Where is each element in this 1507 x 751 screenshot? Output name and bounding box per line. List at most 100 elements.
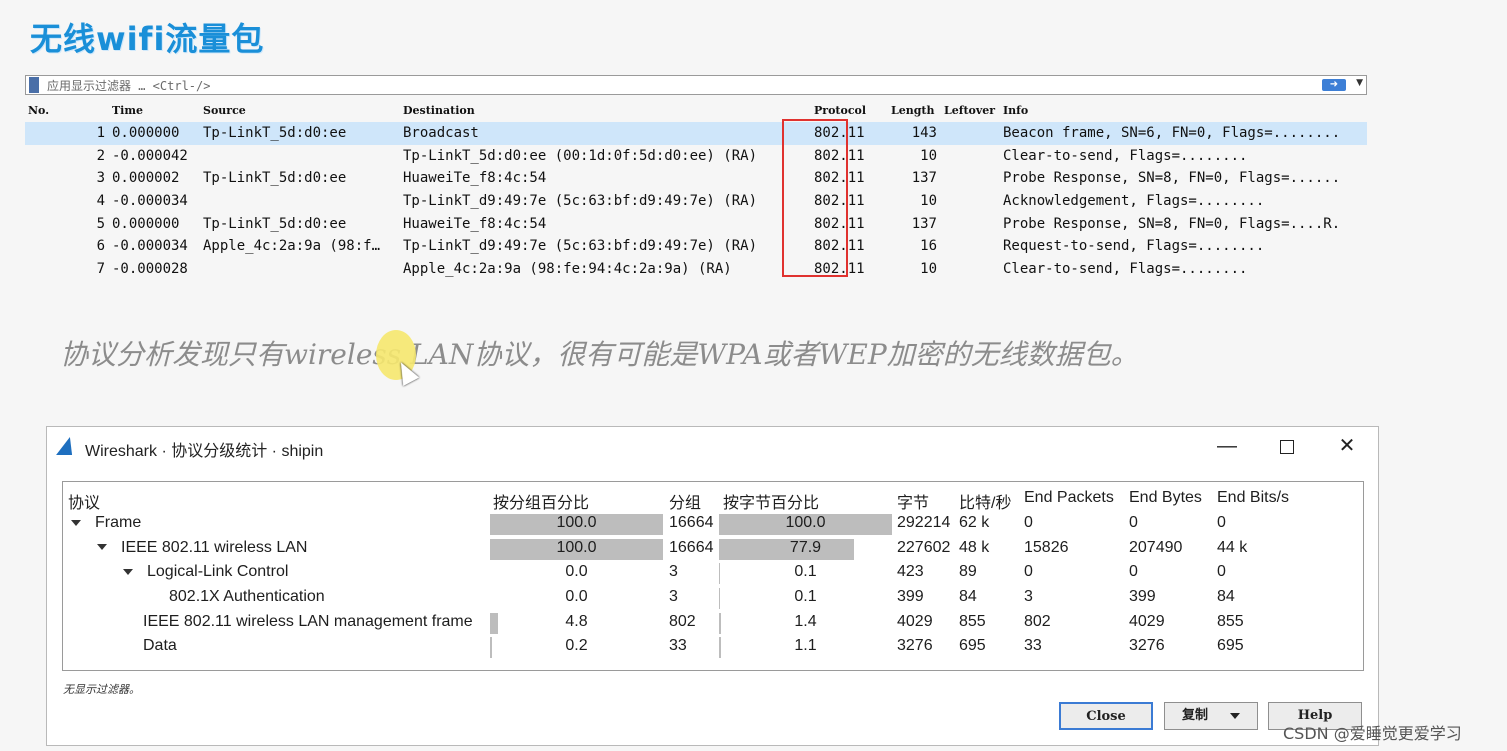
cell-info: Beacon frame, SN=6, FN=0, Flags=........ (1003, 125, 1341, 141)
cell-byte-pct: 1.1 (794, 637, 817, 655)
protocol-name: IEEE 802.11 wireless LAN management fram… (143, 612, 473, 630)
protocol-hierarchy-dialog: Wireshark · 协议分级统计 · shipin — ✕ 协议 按分组百分… (46, 426, 1379, 746)
col-header-protocol[interactable]: Protocol (814, 104, 866, 117)
cell-no: 4 (96, 193, 105, 210)
cell-packets: 16664 (669, 514, 714, 531)
cell-info: Probe Response, SN=8, FN=0, Flags=...... (1003, 170, 1341, 187)
cell-end-packets: 0 (1024, 563, 1033, 581)
col-header-end-packets[interactable]: End Packets (1024, 489, 1114, 507)
col-header-no[interactable]: No. (28, 104, 49, 117)
packet-list-header: No. Time Source Destination Protocol Len… (25, 100, 1367, 122)
cell-source: Apple_4c:2a:9a (98:f… (203, 238, 381, 255)
cell-end-packets: 0 (1024, 514, 1033, 531)
slide-caption: 协议分析发现只有wireless LAN协议，很有可能是WPA或者WEP加密的无… (60, 338, 1139, 371)
col-header-destination[interactable]: Destination (403, 104, 475, 117)
col-header-leftover[interactable]: Leftover (944, 104, 995, 117)
cell-end-packets: 802 (1024, 612, 1051, 630)
cell-no: 2 (96, 147, 105, 164)
close-button[interactable]: Close (1059, 702, 1153, 730)
cell-protocol: Data (143, 637, 177, 655)
cell-no: 6 (96, 238, 105, 255)
tree-row[interactable]: Logical-Link Control 0.0 3 0.1 423 89 0 0 0 (63, 561, 1363, 586)
col-header-source[interactable]: Source (203, 104, 246, 117)
packet-row[interactable]: 1 0.000000 Tp-LinkT_5d:d0:ee Broadcast 802.1… (25, 122, 1367, 145)
cell-bytes: 227602 (897, 538, 951, 556)
chevron-down-icon[interactable] (123, 569, 133, 576)
cell-pkt-pct: 0.0 (565, 588, 588, 606)
cell-destination: Tp-LinkT_d9:49:7e (5c:63:bf:d9:49:7e) (R… (403, 238, 758, 255)
col-header-packet-percent[interactable]: 按分组百分比 (493, 489, 589, 513)
cell-bytes: 292214 (897, 514, 951, 531)
chevron-down-icon[interactable] (1230, 712, 1240, 719)
filter-input-placeholder[interactable]: 应用显示过滤器 … <Ctrl-/> (47, 77, 210, 94)
cell-bytes: 423 (897, 563, 924, 581)
cell-byte-pct: 0.1 (794, 588, 817, 606)
minimize-button[interactable]: — (1207, 433, 1247, 459)
bookmark-icon[interactable] (29, 77, 39, 93)
col-header-length[interactable]: Length (891, 104, 935, 117)
cell-packets: 16664 (669, 538, 714, 556)
dialog-title: Wireshark · 协议分级统计 · shipin (85, 443, 324, 460)
packet-row[interactable]: 7 -0.000028 Apple_4c:2a:9a (98:fe:94:4c:2a… (25, 258, 1367, 281)
copy-button[interactable]: 复制 (1164, 702, 1258, 730)
packet-row[interactable]: 2 -0.000042 Tp-LinkT_5d:d0:ee (00:1d:0f:5d… (25, 145, 1367, 168)
cell-end-bytes: 0 (1129, 514, 1138, 531)
close-window-button[interactable]: ✕ (1327, 433, 1367, 459)
chevron-down-icon[interactable] (71, 519, 81, 526)
col-header-packets[interactable]: 分组 (669, 489, 701, 513)
packet-row[interactable]: 6 -0.000034 Apple_4c:2a:9a (98:f… Tp-LinkT_… (25, 235, 1367, 258)
wireshark-fin-icon (56, 437, 78, 455)
tree-row[interactable]: Frame 100.0 16664 100.0 292214 62 k 0 0 0 (63, 512, 1363, 537)
col-header-byte-percent[interactable]: 按字节百分比 (723, 489, 819, 513)
col-header-info[interactable]: Info (1003, 104, 1028, 117)
protocol-highlight-box (782, 119, 848, 277)
cell-end-bps: 0 (1217, 563, 1226, 581)
copy-button-label: 复制 (1181, 708, 1208, 723)
col-header-bits-per-sec[interactable]: 比特/秒 (959, 489, 1011, 513)
cell-time: -0.000034 (112, 238, 188, 255)
tree-row[interactable]: 802.1X Authentication 0.0 3 0.1 399 84 3 399 84 (63, 586, 1363, 611)
cell-destination: Tp-LinkT_5d:d0:ee (00:1d:0f:5d:d0:ee) (R… (403, 147, 758, 164)
col-header-bytes[interactable]: 字节 (897, 489, 929, 513)
cell-protocol: Logical-Link Control (123, 563, 288, 581)
cell-packets: 802 (669, 612, 696, 630)
tree-row[interactable]: Data 0.2 33 1.1 3276 695 33 3276 695 (63, 635, 1363, 660)
col-header-end-bits[interactable]: End Bits/s (1217, 489, 1289, 507)
cell-bps: 89 (959, 563, 977, 581)
cell-destination: Tp-LinkT_d9:49:7e (5c:63:bf:d9:49:7e) (R… (403, 193, 758, 210)
cell-end-bytes: 3276 (1129, 637, 1165, 655)
cell-no: 5 (96, 215, 105, 232)
arrow-right-icon[interactable]: ➜ (1322, 79, 1346, 91)
packet-row[interactable]: 4 -0.000034 Tp-LinkT_d9:49:7e (5c:63:bf:d9… (25, 190, 1367, 213)
protocol-tree-table: 协议 按分组百分比 分组 按字节百分比 字节 比特/秒 End Packets … (62, 481, 1364, 671)
cell-time: 0.000002 (112, 170, 180, 187)
packet-row[interactable]: 3 0.000002 Tp-LinkT_5d:d0:ee HuaweiTe_f8:4c… (25, 167, 1367, 190)
protocol-name: IEEE 802.11 wireless LAN (121, 538, 308, 556)
dialog-titlebar[interactable]: Wireshark · 协议分级统计 · shipin — ✕ (47, 427, 1378, 465)
cell-end-bytes: 4029 (1129, 612, 1165, 630)
cell-protocol: IEEE 802.11 wireless LAN (97, 539, 307, 557)
cell-length: 137 (911, 215, 937, 232)
cell-pkt-pct: 0.0 (565, 563, 588, 581)
cell-length: 10 (920, 193, 937, 210)
packet-row[interactable]: 5 0.000000 Tp-LinkT_5d:d0:ee HuaweiTe_f8:4c… (25, 213, 1367, 236)
chevron-down-icon[interactable]: ▼ (1356, 78, 1363, 88)
cell-byte-pct: 77.9 (789, 538, 822, 556)
maximize-button[interactable] (1267, 433, 1307, 459)
cell-pkt-pct: 0.2 (565, 637, 588, 655)
cell-pkt-pct: 4.8 (565, 612, 588, 630)
col-header-protocol[interactable]: 协议 (68, 489, 100, 513)
cell-bps: 62 k (959, 514, 990, 531)
tree-header: 协议 按分组百分比 分组 按字节百分比 字节 比特/秒 End Packets … (63, 482, 1363, 512)
protocol-name: Frame (95, 514, 142, 531)
col-header-end-bytes[interactable]: End Bytes (1129, 489, 1202, 507)
cell-source: Tp-LinkT_5d:d0:ee (203, 215, 347, 232)
cell-bps: 84 (959, 588, 977, 606)
tree-row[interactable]: IEEE 802.11 wireless LAN 100.0 16664 77.9 22… (63, 537, 1363, 562)
col-header-time[interactable]: Time (112, 104, 143, 117)
filter-status: 无显示过滤器。 (63, 684, 140, 696)
chevron-down-icon[interactable] (97, 544, 107, 551)
cell-protocol: 802.1X Authentication (169, 588, 325, 606)
display-filter-bar[interactable]: 应用显示过滤器 … <Ctrl-/> ➜ ▼ (25, 75, 1367, 95)
tree-row[interactable]: IEEE 802.11 wireless LAN management fram… (63, 611, 1363, 636)
